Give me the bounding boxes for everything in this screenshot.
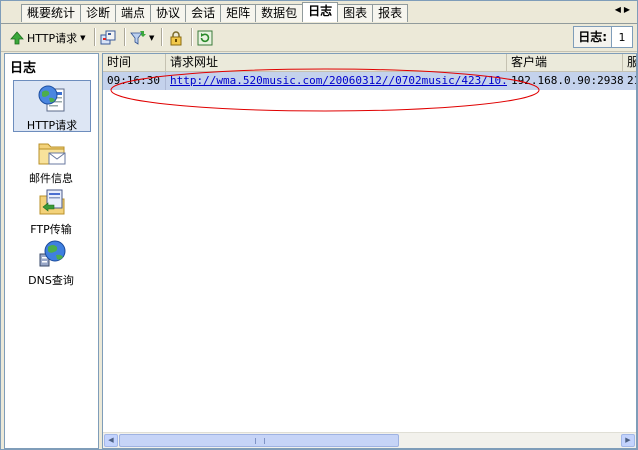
column-header-url[interactable]: 请求网址	[166, 54, 507, 71]
tab-diagnosis[interactable]: 诊断	[80, 4, 117, 22]
list-header: 时间 请求网址 客户端 服	[103, 54, 636, 72]
sidebar-item-label: 邮件信息	[29, 172, 73, 185]
column-header-server[interactable]: 服	[623, 54, 636, 71]
sidebar-item-http-request[interactable]: HTTP请求	[13, 80, 91, 132]
grip-icon	[255, 438, 265, 444]
log-list-view: 时间 请求网址 客户端 服 09:16:30 http://wma.520mus…	[102, 53, 637, 449]
tab-scroll-right-icon[interactable]: ▶	[624, 5, 633, 14]
tab-bar: 概要统计 诊断 端点 协议 会话 矩阵 数据包 日志 图表 报表 ◀▶	[1, 1, 637, 24]
app-window: 概要统计 诊断 端点 协议 会话 矩阵 数据包 日志 图表 报表 ◀▶ HTTP…	[0, 0, 638, 450]
dns-globe-icon	[39, 240, 66, 267]
http-request-button[interactable]: HTTP请求 ▼	[9, 27, 86, 48]
chevron-down-icon: ▼	[80, 33, 86, 42]
sidebar-item-label: HTTP请求	[26, 119, 78, 132]
sidebar-item-dns-query[interactable]: DNS查询	[13, 236, 89, 287]
tab-sessions[interactable]: 会话	[185, 4, 222, 22]
cell-client: 192.168.0.90:2938	[511, 74, 623, 87]
tab-overview[interactable]: 概要统计	[21, 4, 82, 22]
tab-reports[interactable]: 报表	[372, 4, 409, 22]
cell-url[interactable]: http://wma.520music.com/20060312//0702mu…	[166, 72, 507, 90]
tab-scroll-left-icon[interactable]: ◀	[615, 5, 624, 14]
lock-button[interactable]	[168, 27, 184, 48]
column-header-client[interactable]: 客户端	[507, 54, 623, 71]
cell-time: 09:16:30	[103, 72, 166, 90]
horizontal-scrollbar[interactable]: ◀ ▶	[103, 432, 636, 448]
tab-endpoints[interactable]: 端点	[115, 4, 152, 22]
cell-server: 21	[627, 74, 636, 87]
toolbar: HTTP请求 ▼ ▼ 日志: 1	[1, 24, 637, 52]
folder-mail-icon	[38, 143, 66, 165]
tab-packets[interactable]: 数据包	[255, 4, 304, 22]
http-request-label: HTTP请求	[27, 31, 78, 45]
log-sidebar: 日志 HTTP请求 邮件信息 FTP传输 DNS查询	[4, 53, 99, 449]
log-counter-value[interactable]: 1	[612, 31, 632, 44]
column-header-time[interactable]: 时间	[103, 54, 166, 71]
refresh-button[interactable]	[197, 27, 213, 48]
log-counter-label: 日志:	[574, 27, 612, 47]
globe-document-icon	[38, 85, 65, 112]
sidebar-item-label: FTP传输	[30, 223, 72, 236]
scrollbar-thumb[interactable]	[119, 434, 399, 447]
lock-icon	[170, 30, 182, 45]
table-row[interactable]: 09:16:30 http://wma.520music.com/2006031…	[103, 72, 636, 90]
sidebar-item-mail-info[interactable]: 邮件信息	[13, 134, 89, 185]
network-grid-icon	[100, 30, 116, 44]
sidebar-item-ftp-transfer[interactable]: FTP传输	[13, 185, 89, 236]
tab-matrix[interactable]: 矩阵	[220, 4, 257, 22]
network-view-button[interactable]	[100, 27, 116, 48]
refresh-icon	[197, 30, 213, 45]
tab-charts[interactable]: 图表	[337, 4, 374, 22]
scroll-right-icon[interactable]: ▶	[621, 434, 635, 447]
tab-scroll-arrows: ◀▶	[615, 5, 633, 14]
filter-button[interactable]: ▼	[130, 27, 154, 48]
filter-dropdown-icon: ▼	[149, 33, 155, 42]
sidebar-item-label: DNS查询	[28, 274, 74, 287]
tab-strip: 概要统计 诊断 端点 协议 会话 矩阵 数据包 日志 图表 报表	[21, 2, 409, 23]
scroll-left-icon[interactable]: ◀	[104, 434, 118, 447]
filter-funnel-icon	[130, 30, 146, 45]
ftp-transfer-icon	[39, 189, 65, 215]
tab-protocols[interactable]: 协议	[150, 4, 187, 22]
log-counter: 日志: 1	[573, 26, 633, 48]
tab-log[interactable]: 日志	[302, 2, 339, 22]
sidebar-title: 日志	[10, 61, 37, 76]
up-arrow-icon	[10, 30, 24, 44]
